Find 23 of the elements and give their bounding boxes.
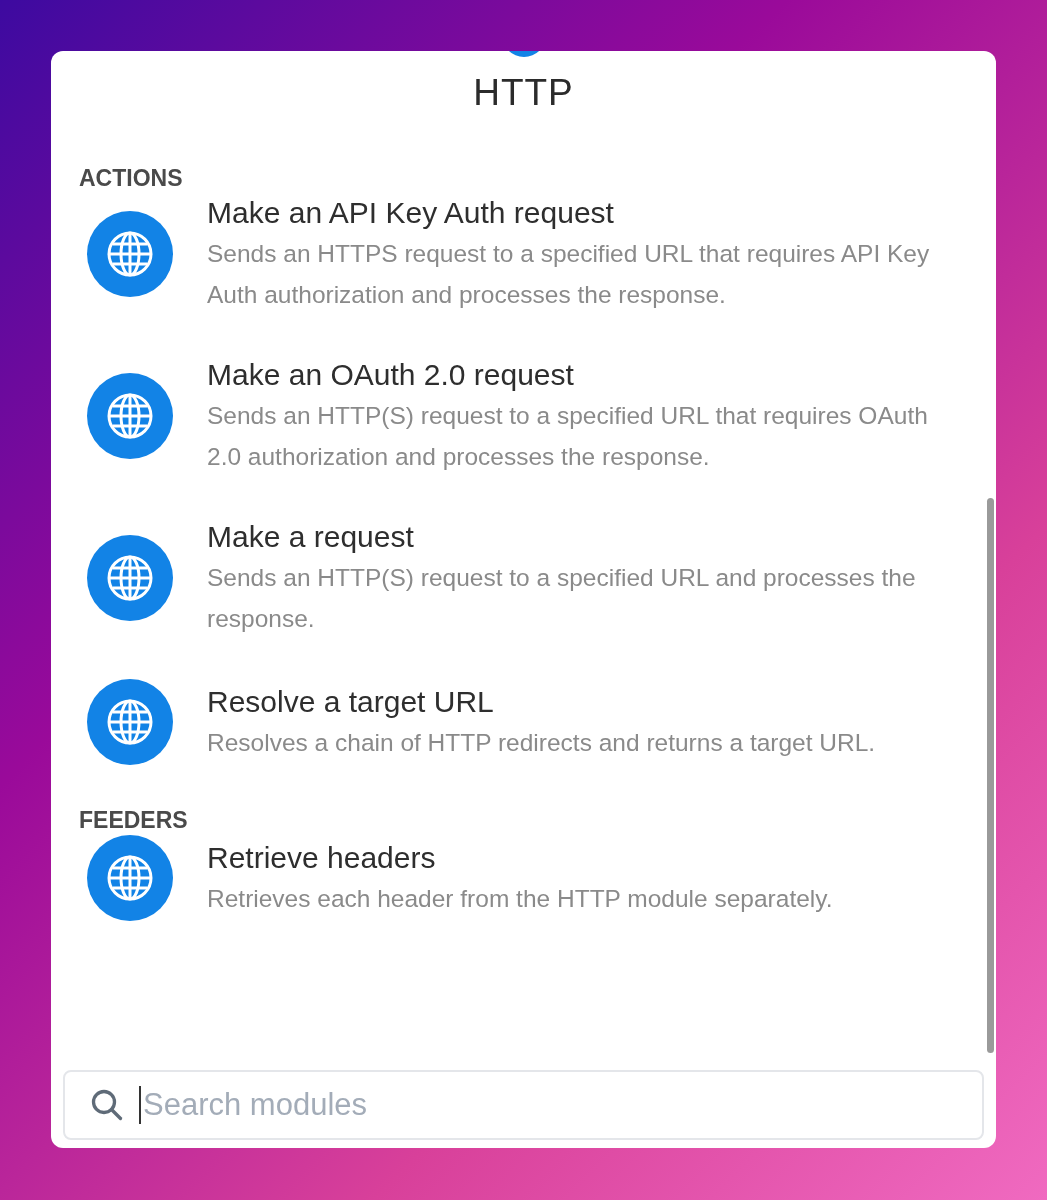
item-description: Retrieves each header from the HTTP module separately. [207, 883, 834, 914]
item-title: Make an API Key Auth request [207, 195, 615, 231]
module-item[interactable]: Make a request Sends an HTTP(S) request to a specified URL and processes the response. [79, 517, 968, 639]
item-title: Retrieve headers [207, 839, 437, 876]
section-heading: ACTIONS [79, 164, 184, 193]
text-cursor [139, 1086, 141, 1124]
item-description: Sends an HTTPS request to a specified URL that requires API Key Auth authorization and processes the response. [207, 239, 931, 310]
search-field[interactable]: Search modules [63, 1070, 984, 1140]
item-description: Resolves a chain of HTTP redirects and returns a target URL. [207, 727, 877, 758]
search-icon [89, 1087, 125, 1123]
item-title: Make a request [207, 519, 415, 555]
item-title: Make an OAuth 2.0 request [207, 357, 575, 393]
item-description: Sends an HTTP(S) request to a specified URL and processes the response. [207, 563, 917, 634]
search-input[interactable]: Search modules [143, 1081, 958, 1129]
scrollbar[interactable] [987, 498, 994, 1053]
item-description: Sends an HTTP(S) request to a specified URL that requires OAuth 2.0 authorization and processes the response. [207, 401, 929, 472]
section-heading: FEEDERS [79, 806, 189, 835]
module-item[interactable]: Resolve a target URL Resolves a chain of HTTP redirects and returns a target URL. [79, 679, 968, 765]
module-item[interactable]: Make an API Key Auth request Sends an HTTPS request to a specified URL that requires API Key Auth authorization and processes the response. [79, 193, 968, 315]
module-item[interactable]: Make an OAuth 2.0 request Sends an HTTP(S) request to a specified URL that requires OAuth 2.0 authorization and processes the response. [79, 355, 968, 477]
item-title: Resolve a target URL [207, 683, 495, 720]
module-title: HTTP [473, 71, 574, 115]
module-item[interactable]: Retrieve headers Retrieves each header from the HTTP module separately. [79, 835, 968, 921]
